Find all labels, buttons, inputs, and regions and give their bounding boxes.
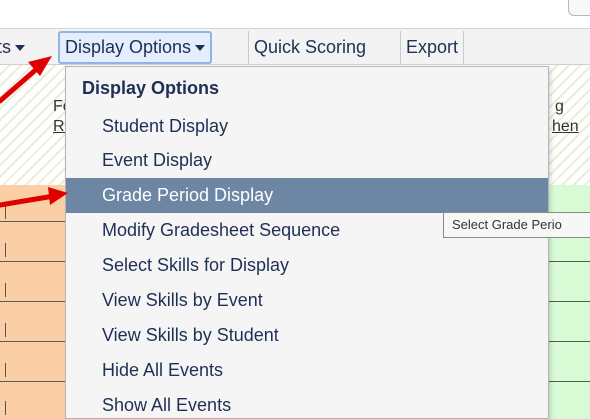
menu-bar: ts Display Options Quick Scoring Export xyxy=(0,28,590,65)
menu-prev-label: ts xyxy=(0,37,12,57)
row-divider xyxy=(0,301,70,302)
column-header-link-fragment[interactable]: hen xyxy=(552,118,579,136)
menu-item-event-display[interactable]: Event Display xyxy=(66,143,548,178)
menu-display-options[interactable]: Display Options xyxy=(58,31,213,64)
row-divider xyxy=(548,381,590,382)
menu-quick-scoring[interactable]: Quick Scoring xyxy=(248,31,371,64)
grade-period-tooltip: Select Grade Perio xyxy=(443,212,590,238)
gradesheet-right-column: g hen xyxy=(548,65,590,419)
caret-down-icon xyxy=(195,45,206,52)
menu-item-select-skills-for-display[interactable]: Select Skills for Display xyxy=(66,248,548,283)
column-header-fragment: g xyxy=(555,98,564,115)
menu-item-show-all-events[interactable]: Show All Events xyxy=(66,388,548,419)
menu-export[interactable]: Export xyxy=(400,31,465,64)
row-divider xyxy=(0,341,70,342)
row-marker xyxy=(5,401,6,415)
row-divider xyxy=(548,341,590,342)
row-divider xyxy=(548,301,590,302)
row-marker xyxy=(5,323,6,337)
row-divider xyxy=(0,221,70,222)
menu-display-options-label: Display Options xyxy=(65,37,192,57)
row-marker xyxy=(5,205,6,219)
window-corner xyxy=(568,0,590,16)
menu-prev-item[interactable]: ts xyxy=(0,31,30,64)
row-divider xyxy=(0,381,70,382)
dropdown-header: Display Options xyxy=(82,78,220,98)
caret-down-icon xyxy=(15,45,26,52)
menu-export-label: Export xyxy=(406,37,459,57)
row-marker xyxy=(5,283,6,297)
display-options-dropdown: Display Options Student Display Event Di… xyxy=(65,66,549,419)
row-divider xyxy=(548,261,590,262)
row-marker xyxy=(5,363,6,377)
menu-item-student-display[interactable]: Student Display xyxy=(66,109,548,144)
menu-item-view-skills-by-student[interactable]: View Skills by Student xyxy=(66,318,548,353)
top-strip xyxy=(0,0,590,28)
row-divider xyxy=(0,261,70,262)
menu-item-hide-all-events[interactable]: Hide All Events xyxy=(66,353,548,388)
gradesheet-left-column: Fo Re xyxy=(0,65,73,419)
menu-item-view-skills-by-event[interactable]: View Skills by Event xyxy=(66,283,548,318)
menu-quick-scoring-label: Quick Scoring xyxy=(254,37,367,57)
row-marker xyxy=(5,243,6,257)
menu-item-grade-period-display[interactable]: Grade Period Display xyxy=(66,178,548,213)
